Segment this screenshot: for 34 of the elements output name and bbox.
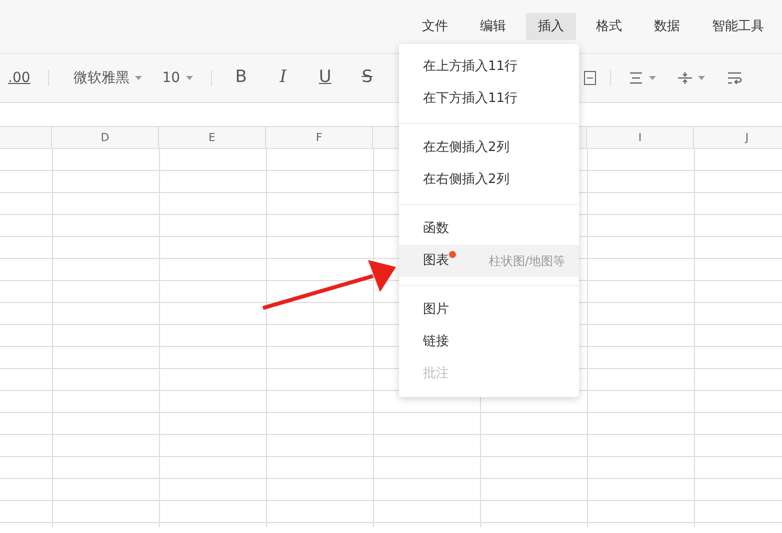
menu-tab[interactable]: 格式 <box>584 13 634 40</box>
menu-tab[interactable]: 插入 <box>526 13 576 40</box>
wrap-text-icon <box>727 72 742 84</box>
column-header: E <box>208 131 216 144</box>
menu-item[interactable]: 图表 柱状图/地图等 <box>399 245 579 277</box>
align-icon <box>629 72 643 84</box>
menu-item[interactable]: 在下方插入11行 <box>399 83 579 115</box>
caret-icon <box>135 76 142 80</box>
menu-item[interactable]: 在左侧插入2列 <box>399 132 579 164</box>
menu-tab[interactable]: 智能工具 <box>700 13 776 40</box>
format-button[interactable]: B <box>226 65 256 91</box>
font-size-dropdown[interactable]: 10 <box>158 65 198 91</box>
column-header: F <box>316 131 322 144</box>
format-button[interactable]: S <box>352 65 382 91</box>
caret-icon <box>186 76 194 80</box>
format-button[interactable]: I <box>268 65 298 91</box>
merge-cells-icon <box>584 71 596 85</box>
menu-item[interactable]: 在右侧插入2列 <box>399 164 579 196</box>
column-header: D <box>100 131 110 144</box>
menu-item[interactable]: 图片 <box>399 294 579 326</box>
menu-tab[interactable]: 数据 <box>642 13 692 40</box>
caret-icon <box>649 76 656 80</box>
menu-tab[interactable]: 文件 <box>410 13 460 40</box>
format-button[interactable]: U <box>310 65 340 91</box>
vertical-align-icon <box>678 71 692 85</box>
column-header: I <box>638 131 642 144</box>
decrease-decimal-button[interactable]: .00 <box>4 65 34 91</box>
menu-item[interactable]: 函数 <box>399 213 579 245</box>
font-dropdown[interactable]: 微软雅黑 <box>69 65 146 91</box>
menu-item[interactable]: 链接 <box>399 326 579 358</box>
menu-tab[interactable]: 编辑 <box>468 13 518 40</box>
column-header: J <box>745 131 749 144</box>
menu-item[interactable]: 在上方插入11行 <box>399 51 579 83</box>
caret-icon <box>698 76 705 80</box>
